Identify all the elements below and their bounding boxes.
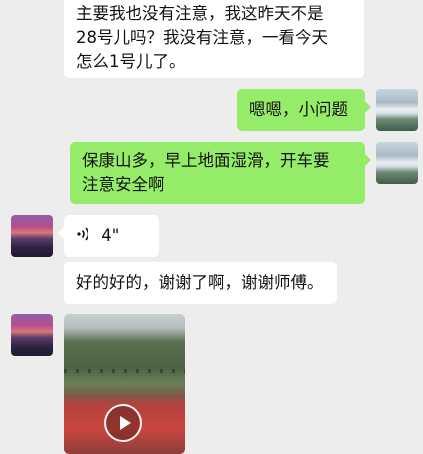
play-icon[interactable] — [104, 404, 142, 442]
message-text: 嗯嗯，小问题 — [249, 100, 348, 119]
message-text: 主要我也没有注意，我这昨天不是 — [76, 4, 324, 23]
message-text: 怎么1号儿了。 — [76, 52, 186, 71]
message-bubble-outgoing[interactable]: 保康山多，早上地面湿滑，开车要 注意安全啊 — [70, 142, 371, 204]
contact-avatar[interactable] — [11, 215, 53, 257]
voice-message-bubble[interactable]: 4" — [58, 215, 159, 257]
self-avatar[interactable] — [376, 142, 418, 184]
message-text: 注意安全啊 — [82, 175, 165, 194]
message-text: 28号儿吗？我没有注意，一看今天 — [76, 28, 328, 47]
message-text: 保康山多，早上地面湿滑，开车要 — [82, 151, 330, 170]
truck-rails — [64, 369, 185, 373]
voice-duration: 4" — [101, 226, 120, 245]
message-bubble-incoming[interactable]: 主要我也没有注意，我这昨天不是 28号儿吗？我没有注意，一看今天 怎么1号儿了。 — [64, 0, 364, 78]
message-bubble-outgoing[interactable]: 嗯嗯，小问题 — [237, 89, 371, 131]
video-message-thumbnail[interactable] — [64, 314, 185, 454]
message-text: 好的好的，谢谢了啊，谢谢师傅。 — [76, 273, 324, 292]
voice-wave-icon — [76, 225, 90, 249]
self-avatar[interactable] — [376, 89, 418, 131]
message-bubble-incoming[interactable]: 好的好的，谢谢了啊，谢谢师傅。 — [64, 262, 337, 304]
contact-avatar[interactable] — [11, 314, 53, 356]
